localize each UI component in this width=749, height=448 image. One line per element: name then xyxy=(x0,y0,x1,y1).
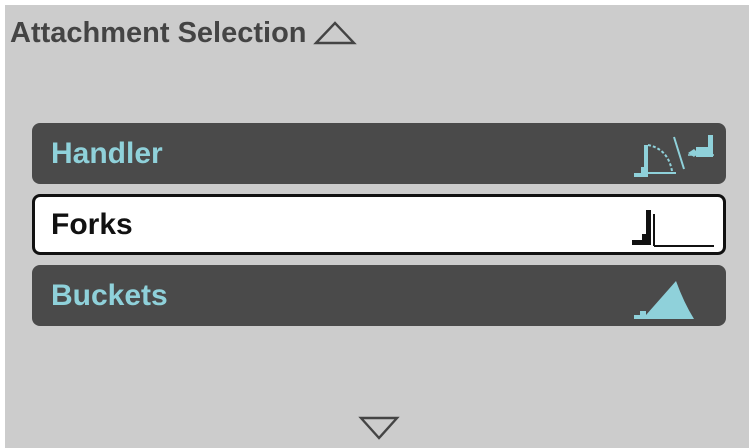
attachment-list: Handler Forks Buckets xyxy=(32,123,726,336)
scroll-up-icon[interactable] xyxy=(312,20,357,46)
menu-item-label: Forks xyxy=(51,207,133,241)
bucket-attachment-icon xyxy=(634,281,694,319)
header: Attachment Selection xyxy=(10,13,357,53)
handler-attachment-icon xyxy=(634,135,714,177)
scroll-down-icon[interactable] xyxy=(358,415,400,441)
menu-item-buckets[interactable]: Buckets xyxy=(32,265,726,326)
menu-item-handler[interactable]: Handler xyxy=(32,123,726,184)
menu-item-label: Handler xyxy=(51,136,163,170)
menu-item-forks[interactable]: Forks xyxy=(32,194,726,255)
menu-item-label: Buckets xyxy=(51,278,168,312)
page-title: Attachment Selection xyxy=(10,16,307,49)
forks-attachment-icon xyxy=(632,210,714,247)
display-screen: Attachment Selection Handler Forks Bucke… xyxy=(5,5,749,448)
